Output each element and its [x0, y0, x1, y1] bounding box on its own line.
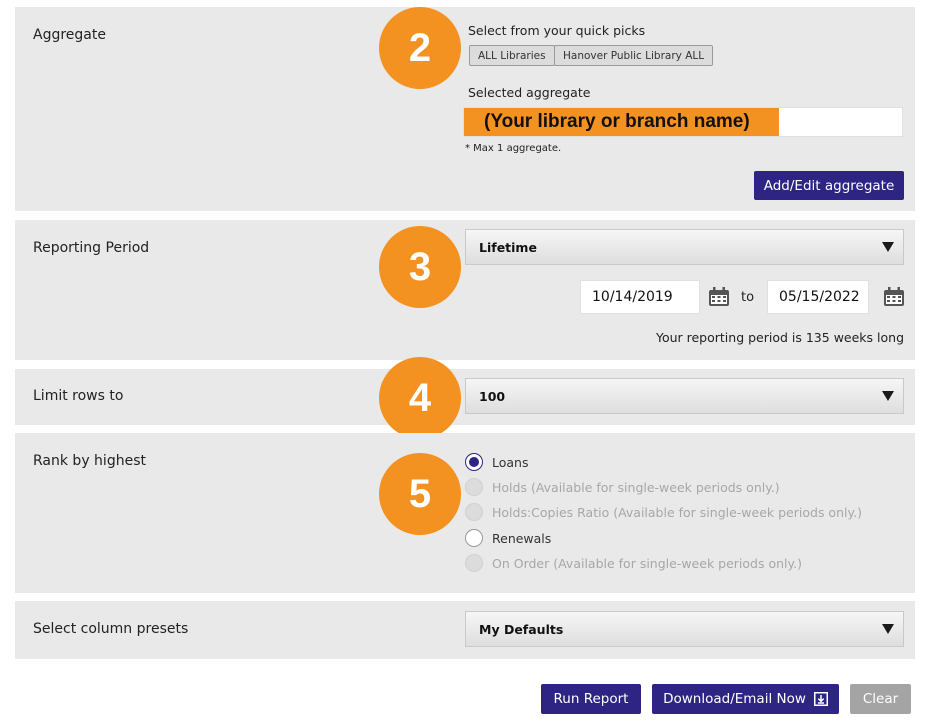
- download-icon: [813, 692, 828, 706]
- reporting-period-select[interactable]: Lifetime: [465, 229, 904, 265]
- rank-option-loans[interactable]: Loans: [465, 452, 529, 472]
- reporting-period-value: Lifetime: [479, 239, 537, 255]
- rank-label: Rank by highest: [33, 453, 146, 469]
- column-presets-value: My Defaults: [479, 621, 564, 637]
- rank-option-renewals[interactable]: Renewals: [465, 528, 551, 548]
- calendar-icon[interactable]: [883, 287, 905, 307]
- download-email-label: Download/Email Now: [663, 691, 806, 707]
- dropdown-arrow-icon: [873, 612, 903, 646]
- aggregate-label: Aggregate: [33, 27, 106, 43]
- selected-aggregate-label: Selected aggregate: [468, 85, 591, 100]
- rank-option-label: Holds (Available for single-week periods…: [492, 479, 780, 495]
- limit-rows-value: 100: [479, 388, 506, 404]
- step-2-badge: 2: [379, 7, 461, 89]
- calendar-icon[interactable]: [708, 287, 730, 307]
- rank-option-label: Loans: [492, 454, 529, 470]
- selected-aggregate-field[interactable]: (Your library or branch name): [463, 107, 903, 137]
- dropdown-arrow-icon: [873, 230, 903, 264]
- to-date-input[interactable]: 05/15/2022: [767, 280, 869, 314]
- limit-rows-select[interactable]: 100: [465, 378, 904, 414]
- quick-picks-label: Select from your quick picks: [468, 23, 646, 38]
- rank-option-holds-copies-ratio: Holds:Copies Ratio (Available for single…: [465, 502, 862, 522]
- rank-option-holds: Holds (Available for single-week periods…: [465, 477, 780, 497]
- clear-button[interactable]: Clear: [850, 684, 911, 714]
- rank-option-label: On Order (Available for single-week peri…: [492, 555, 802, 571]
- rank-option-label: Renewals: [492, 530, 552, 546]
- step-4-badge: 4: [379, 357, 461, 439]
- quick-pick-hanover[interactable]: Hanover Public Library ALL: [554, 45, 714, 66]
- rank-option-on-order: On Order (Available for single-week peri…: [465, 553, 802, 573]
- dropdown-arrow-icon: [873, 379, 903, 413]
- radio-button[interactable]: [465, 529, 483, 547]
- reporting-period-summary: Your reporting period is 135 weeks long: [655, 330, 904, 345]
- limit-rows-label: Limit rows to: [33, 388, 124, 404]
- column-presets-select[interactable]: My Defaults: [465, 611, 904, 647]
- add-edit-aggregate-button[interactable]: Add/Edit aggregate: [754, 171, 904, 200]
- download-email-button[interactable]: Download/Email Now: [652, 684, 839, 714]
- radio-button: [465, 478, 483, 496]
- from-date-input[interactable]: 10/14/2019: [580, 280, 700, 314]
- step-3-badge: 3: [379, 226, 461, 308]
- rank-option-label: Holds:Copies Ratio (Available for single…: [492, 504, 862, 520]
- column-presets-label: Select column presets: [33, 621, 189, 637]
- max-aggregate-note: * Max 1 aggregate.: [465, 143, 562, 154]
- selected-aggregate-value: (Your library or branch name): [464, 108, 779, 136]
- radio-button[interactable]: [465, 453, 483, 471]
- run-report-button[interactable]: Run Report: [541, 684, 641, 714]
- radio-button: [465, 554, 483, 572]
- radio-button: [465, 503, 483, 521]
- quick-pick-all-libraries[interactable]: ALL Libraries: [469, 45, 555, 66]
- date-to-label: to: [741, 290, 755, 305]
- step-5-badge: 5: [379, 453, 461, 535]
- reporting-period-label: Reporting Period: [33, 240, 150, 256]
